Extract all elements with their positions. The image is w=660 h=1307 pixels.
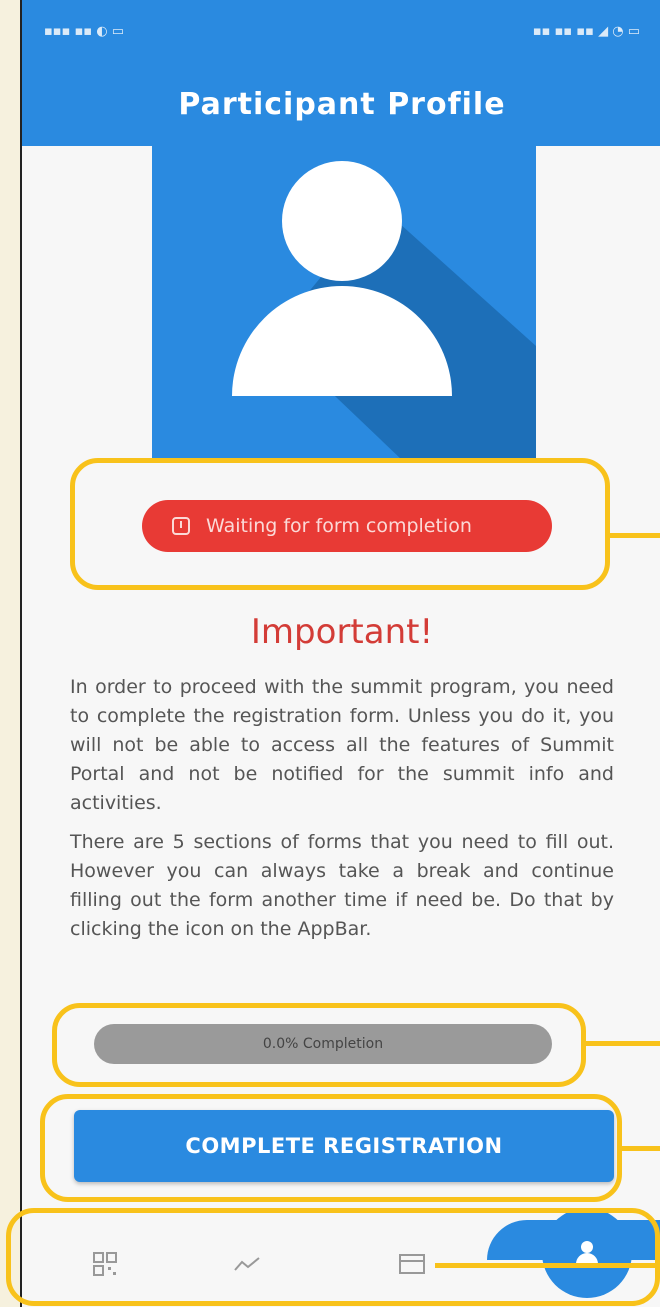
highlight-bottom-nav — [6, 1208, 660, 1306]
status-bar-left: ▪▪▪ ▪▪ ◐ ▭ — [44, 23, 125, 39]
pointer-cta-button — [622, 1146, 660, 1151]
person-icon — [232, 161, 536, 460]
highlight-progress-bar — [52, 1003, 586, 1087]
important-heading: Important! — [250, 612, 434, 652]
pointer-bottom-nav — [435, 1263, 660, 1268]
page-title: Participant Profile — [178, 86, 506, 122]
pointer-progress-bar — [586, 1041, 660, 1046]
status-bar: ▪▪▪ ▪▪ ◐ ▭ ▪▪ ▪▪ ▪▪ ◢ ◔ ▭ — [22, 0, 660, 62]
highlight-status-badge — [70, 458, 610, 590]
highlight-cta-button — [40, 1094, 622, 1202]
notice-paragraph-1: In order to proceed with the summit prog… — [70, 676, 614, 814]
status-bar-right: ▪▪ ▪▪ ▪▪ ◢ ◔ ▭ — [532, 23, 640, 39]
app-bar: Participant Profile — [22, 62, 660, 146]
profile-avatar — [152, 146, 536, 460]
pointer-status-badge — [610, 533, 660, 538]
notice-paragraph-2: There are 5 sections of forms that you n… — [70, 831, 614, 940]
